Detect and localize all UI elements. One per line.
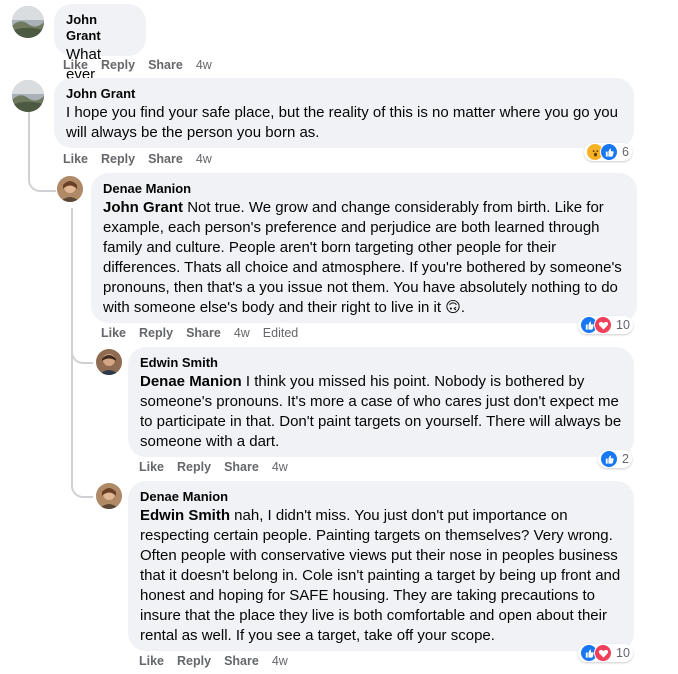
mention-link[interactable]: Edwin Smith xyxy=(140,507,230,524)
comment-bubble: Denae Manion Edwin Smith nah, I didn't m… xyxy=(128,481,634,651)
comment-text: I hope you find your safe place, but the… xyxy=(66,104,618,141)
reaction-summary[interactable]: 10 xyxy=(578,644,633,662)
share-button[interactable]: Share xyxy=(186,325,221,341)
comment-body: nah, I didn't miss. You just don't put i… xyxy=(140,507,621,644)
comment-author[interactable]: John Grant xyxy=(66,86,622,102)
comment-bubble: Denae Manion John Grant Not true. We gro… xyxy=(91,173,637,323)
avatar[interactable] xyxy=(57,176,83,202)
reaction-count: 2 xyxy=(622,452,629,466)
comment-actions: Like Reply Share 4w xyxy=(139,653,288,669)
mention-link[interactable]: John Grant xyxy=(103,199,183,216)
reply-button[interactable]: Reply xyxy=(139,325,173,341)
timestamp[interactable]: 4w xyxy=(196,151,212,167)
reaction-summary[interactable]: 10 xyxy=(578,316,633,334)
comment-bubble: John Grant What ever xyxy=(54,4,146,83)
heart-icon xyxy=(594,644,612,662)
share-button[interactable]: Share xyxy=(224,653,259,669)
reaction-count: 10 xyxy=(616,318,630,332)
reaction-summary[interactable]: 2 xyxy=(598,450,632,468)
reaction-count: 10 xyxy=(616,646,630,660)
thumbs-up-icon xyxy=(600,450,618,468)
comment-author[interactable]: Denae Manion xyxy=(140,489,622,505)
reaction-count: 6 xyxy=(622,145,629,159)
reply-button[interactable]: Reply xyxy=(101,57,135,73)
timestamp[interactable]: 4w xyxy=(272,459,288,475)
thread-connector xyxy=(28,150,56,192)
comment-actions: Like Reply Share 4w xyxy=(63,151,212,167)
thumbs-up-icon xyxy=(600,143,618,161)
share-button[interactable]: Share xyxy=(148,151,183,167)
reaction-summary[interactable]: 6 xyxy=(584,143,632,161)
comment-body: Not true. We grow and change considerabl… xyxy=(103,199,622,316)
like-button[interactable]: Like xyxy=(63,57,88,73)
thread-connector xyxy=(71,466,93,498)
mention-link[interactable]: Denae Manion xyxy=(140,373,242,390)
timestamp[interactable]: 4w xyxy=(272,653,288,669)
thread-connector xyxy=(71,330,93,364)
comment-author[interactable]: Denae Manion xyxy=(103,181,625,197)
comment-actions: Like Reply Share 4w xyxy=(63,57,212,73)
share-button[interactable]: Share xyxy=(148,57,183,73)
reply-button[interactable]: Reply xyxy=(101,151,135,167)
comment-text: John Grant Not true. We grow and change … xyxy=(103,198,625,318)
timestamp[interactable]: 4w xyxy=(196,57,212,73)
comment-actions: Like Reply Share 4w Edited xyxy=(101,325,298,341)
comment-text: Denae Manion I think you missed his poin… xyxy=(140,372,622,452)
edited-label[interactable]: Edited xyxy=(263,325,298,341)
comment-bubble: Edwin Smith Denae Manion I think you mis… xyxy=(128,347,634,457)
avatar[interactable] xyxy=(12,6,44,38)
comment-bubble: John Grant I hope you find your safe pla… xyxy=(54,78,634,148)
comment-author[interactable]: John Grant xyxy=(66,12,134,44)
share-button[interactable]: Share xyxy=(224,459,259,475)
comment-actions: Like Reply Share 4w xyxy=(139,459,288,475)
avatar[interactable] xyxy=(96,349,122,375)
like-button[interactable]: Like xyxy=(101,325,126,341)
like-button[interactable]: Like xyxy=(63,151,88,167)
timestamp[interactable]: 4w xyxy=(234,325,250,341)
reply-button[interactable]: Reply xyxy=(177,653,211,669)
comment-author[interactable]: Edwin Smith xyxy=(140,355,622,371)
heart-icon xyxy=(594,316,612,334)
like-button[interactable]: Like xyxy=(139,653,164,669)
comment-text: Edwin Smith nah, I didn't miss. You just… xyxy=(140,506,622,646)
like-button[interactable]: Like xyxy=(139,459,164,475)
avatar[interactable] xyxy=(96,483,122,509)
reply-button[interactable]: Reply xyxy=(177,459,211,475)
avatar[interactable] xyxy=(12,80,44,112)
